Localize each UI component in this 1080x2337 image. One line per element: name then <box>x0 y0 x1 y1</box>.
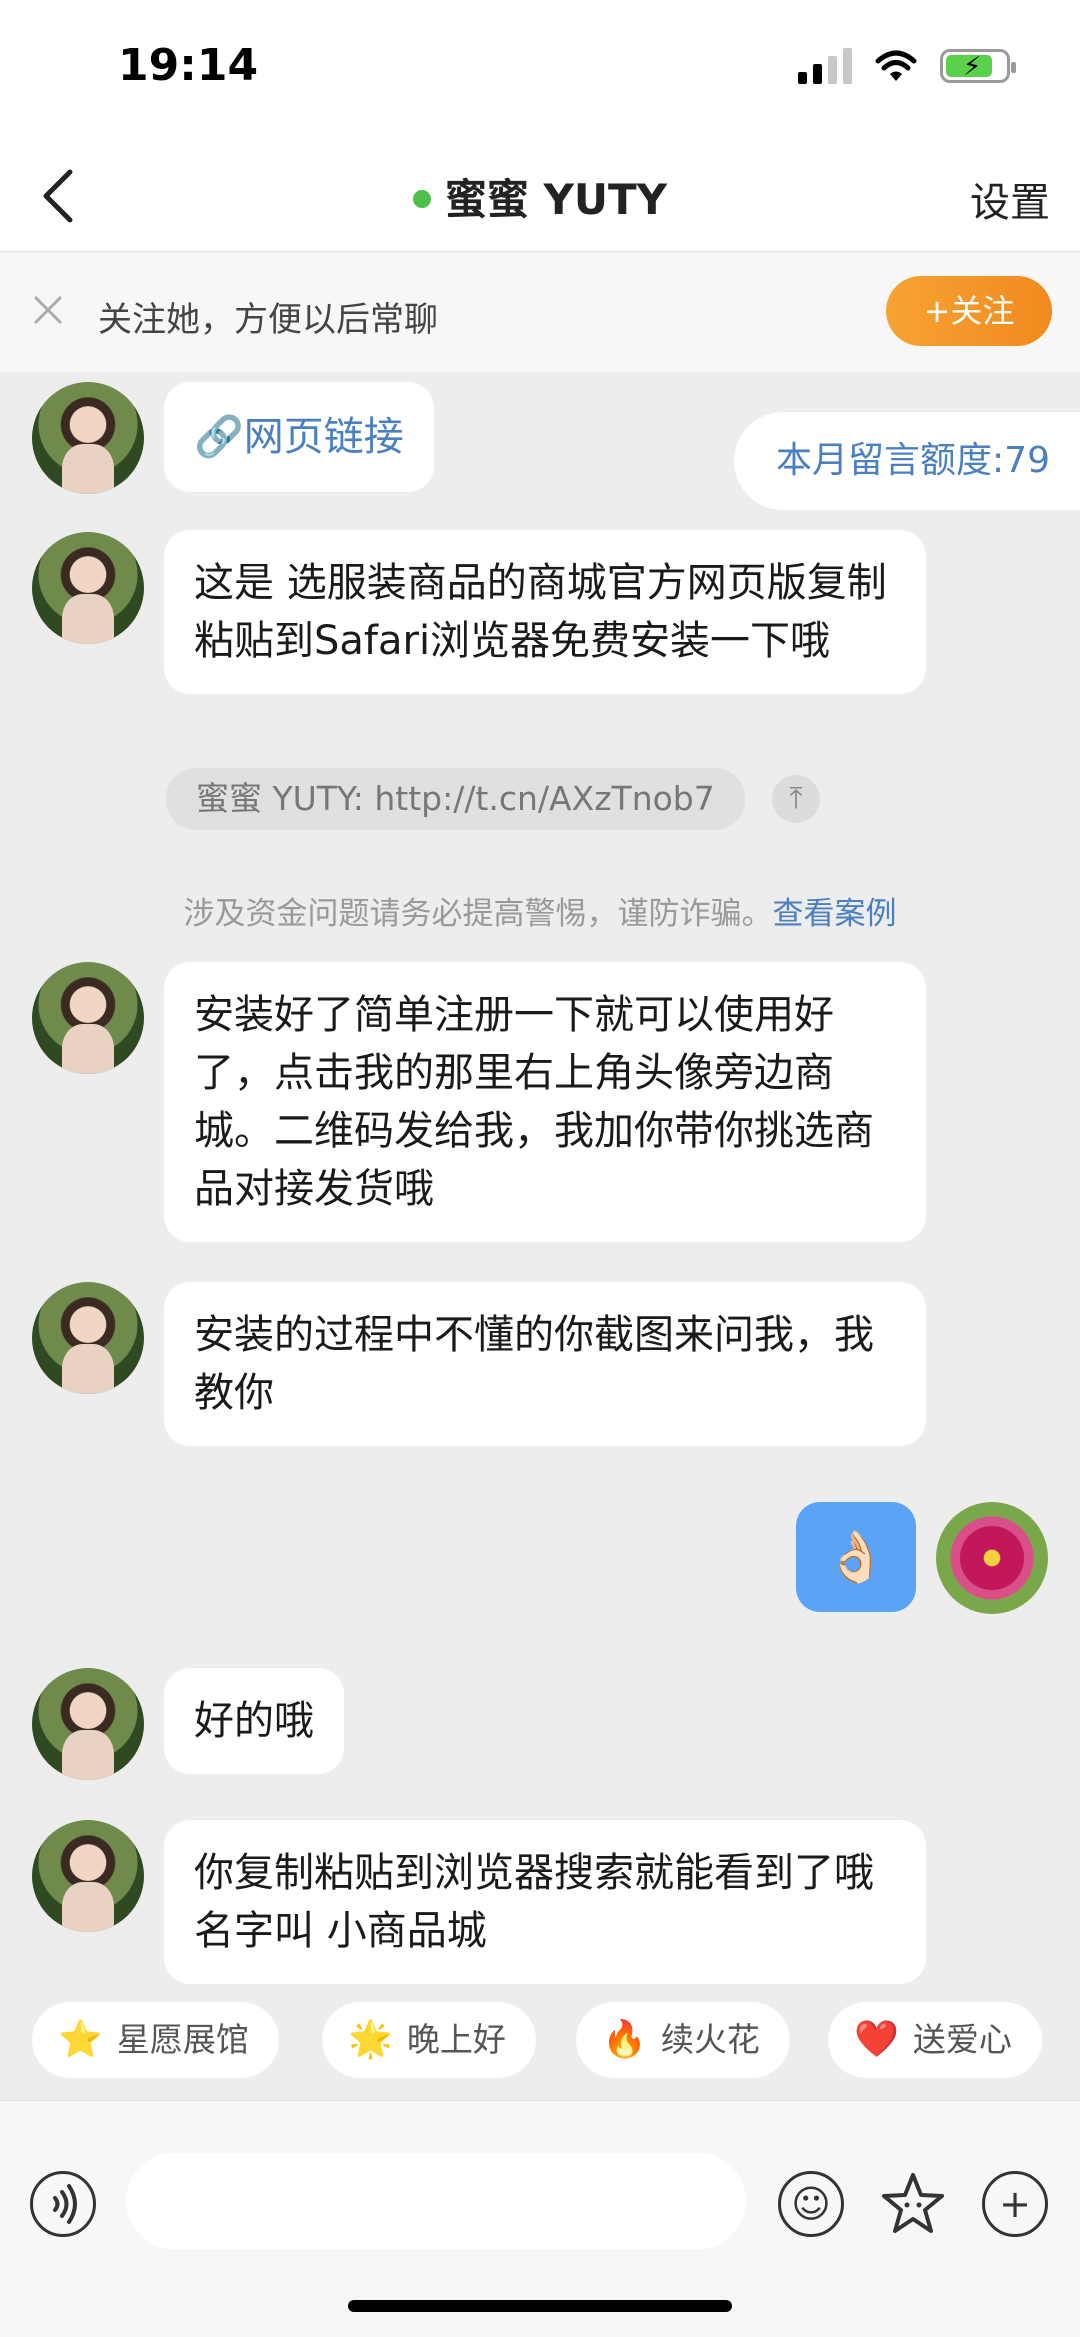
plus-icon: + <box>999 2182 1031 2226</box>
status-time: 19:14 <box>118 40 259 91</box>
message-bubble[interactable]: 好的哦 <box>164 1668 344 1774</box>
quick-reply-label: 续火花 <box>660 2020 760 2059</box>
star-icon: ⭐ <box>58 2019 103 2060</box>
view-cases-link[interactable]: 查看案例 <box>773 896 897 932</box>
status-icons: ⚡ <box>798 48 1016 84</box>
message-bubble[interactable]: 这是 选服装商品的商城官方网页版复制粘贴到Safari浏览器免费安装一下哦 <box>164 530 926 694</box>
contact-avatar[interactable] <box>32 1282 144 1394</box>
message-bubble[interactable]: 安装的过程中不懂的你截图来问我，我教你 <box>164 1282 926 1446</box>
message-bubble[interactable]: 你复制粘贴到浏览器搜索就能看到了哦名字叫 小商品城 <box>164 1820 926 1984</box>
fraud-notice-text: 涉及资金问题请务必提高警惕，谨防诈骗。 <box>183 896 773 932</box>
quick-reply-label: 星愿展馆 <box>116 2020 249 2059</box>
smiling-star-icon: 🌟 <box>348 2019 393 2060</box>
follow-banner: 关注她，方便以后常聊 +关注 <box>0 252 1080 372</box>
quick-reply-chip[interactable]: ❤️ 送爱心 <box>828 2002 1042 2078</box>
quick-reply-label: 晚上好 <box>406 2020 506 2059</box>
online-status-icon <box>412 189 431 208</box>
quoted-message[interactable]: 蜜蜜 YUTY: http://t.cn/AXzTnob7 <box>166 768 745 830</box>
smiley-icon: ☺ <box>791 2182 831 2226</box>
jump-to-quote-button[interactable]: ⤒ <box>772 775 820 823</box>
my-avatar[interactable] <box>936 1502 1048 1614</box>
nav-bar: 蜜蜜 YUTY 设置 <box>0 140 1080 252</box>
chat-messages[interactable]: 🔗网页链接 本月留言额度:79 这是 选服装商品的商城官方网页版复制粘贴到Saf… <box>0 372 1080 1990</box>
heart-icon: ❤️ <box>854 2019 899 2060</box>
follow-prompt: 关注她，方便以后常聊 <box>98 300 438 340</box>
my-message-bubble[interactable]: 👌🏻 <box>796 1502 916 1612</box>
home-indicator[interactable] <box>348 2300 732 2312</box>
emoji-button[interactable]: ☺ <box>778 2171 844 2237</box>
contact-avatar[interactable] <box>32 532 144 644</box>
fire-icon: 🔥 <box>602 2019 647 2060</box>
settings-button[interactable]: 设置 <box>970 170 1050 228</box>
more-button[interactable]: + <box>982 2171 1048 2237</box>
contact-avatar[interactable] <box>32 962 144 1074</box>
fraud-notice: 涉及资金问题请务必提高警惕，谨防诈骗。查看案例 <box>0 888 1080 933</box>
follow-button[interactable]: +关注 <box>886 276 1052 346</box>
close-banner-button[interactable] <box>28 290 68 330</box>
message-link[interactable]: 🔗网页链接 <box>164 382 434 492</box>
message-input[interactable] <box>126 2153 746 2249</box>
star-face-icon <box>882 2173 944 2233</box>
wifi-icon <box>875 50 917 81</box>
quick-reply-chip[interactable]: ⭐ 星愿展馆 <box>32 2002 279 2078</box>
status-bar: 19:14 ⚡ <box>0 0 1080 140</box>
battery-icon: ⚡ <box>940 49 1016 83</box>
quick-reply-label: 送爱心 <box>912 2020 1012 2059</box>
chat-title-text: 蜜蜜 YUTY <box>444 175 668 224</box>
contact-avatar[interactable] <box>32 382 144 494</box>
chat-title: 蜜蜜 YUTY <box>0 166 1080 227</box>
quota-badge: 本月留言额度:79 <box>734 412 1080 510</box>
message-bubble[interactable]: 安装好了简单注册一下就可以使用好了，点击我的那里右上角头像旁边商城。二维码发给我… <box>164 962 926 1242</box>
sticker-button[interactable] <box>880 2171 946 2237</box>
contact-avatar[interactable] <box>32 1820 144 1932</box>
close-icon <box>34 296 62 324</box>
contact-avatar[interactable] <box>32 1668 144 1780</box>
quick-reply-chip[interactable]: 🔥 续火花 <box>576 2002 790 2078</box>
quick-reply-bar: ⭐ 星愿展馆 🌟 晚上好 🔥 续火花 ❤️ 送爱心 <box>0 1990 1080 2100</box>
signal-icon <box>798 48 852 84</box>
voice-icon <box>53 2184 77 2224</box>
voice-button[interactable] <box>30 2171 96 2237</box>
quick-reply-chip[interactable]: 🌟 晚上好 <box>322 2002 536 2078</box>
